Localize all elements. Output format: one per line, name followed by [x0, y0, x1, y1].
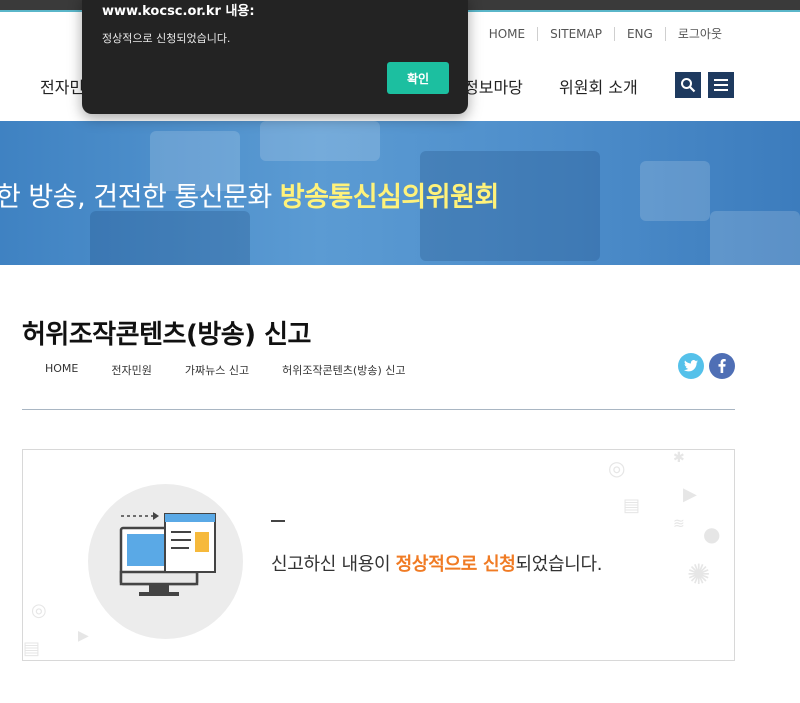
util-sitemap-link[interactable]: SITEMAP [537, 27, 614, 41]
result-message-pre: 신고하신 내용이 [271, 554, 396, 575]
facebook-share-button[interactable] [709, 353, 735, 379]
gnb-item-civil[interactable]: 전자민 [40, 74, 84, 98]
wifi-icon: ≋ [673, 516, 685, 532]
util-logout-link[interactable]: 로그아웃 [664, 27, 734, 41]
hamburger-icon [714, 79, 728, 91]
globe-icon: ◎ [31, 600, 47, 621]
alert-dialog: www.kocsc.or.kr 내용: 정상적으로 신청되었습니다. 확인 [82, 0, 468, 114]
breadcrumb: HOME 전자민원 가짜뉴스 신고 허위조작콘텐츠(방송) 신고 [45, 362, 438, 378]
search-button[interactable] [675, 72, 701, 98]
gear-icon: ✱ [673, 450, 685, 466]
window-icon: ▤ [623, 495, 641, 516]
hero-slogan: 한 방송, 건전한 통신문화 방송통신심의위원회 [0, 175, 499, 214]
page-title: 허위조작콘텐츠(방송) 신고 [22, 320, 311, 350]
user-icon: ● [703, 522, 721, 546]
dialog-title: www.kocsc.or.kr 내용: [102, 4, 255, 19]
play-icon: ▶ [683, 484, 697, 505]
util-home-link[interactable]: HOME [477, 27, 537, 41]
dialog-ok-button[interactable]: 확인 [387, 62, 449, 94]
twitter-icon [684, 360, 698, 372]
result-message-highlight: 정상적으로 신청 [395, 554, 516, 575]
dialog-message: 정상적으로 신청되었습니다. [102, 32, 231, 45]
util-eng-link[interactable]: ENG [613, 27, 665, 41]
result-message-post: 되었습니다. [515, 554, 603, 575]
breadcrumb-item[interactable]: 가짜뉴스 신고 [185, 362, 249, 378]
breadcrumb-item[interactable]: 전자민원 [111, 362, 151, 378]
hero-banner: 한 방송, 건전한 통신문화 방송통신심의위원회 [0, 121, 800, 265]
monitor-document-icon [119, 512, 216, 596]
window-icon: ▤ [23, 638, 41, 659]
gnb-item-info[interactable]: 정보마당 [464, 74, 523, 98]
utility-nav: HOME SITEMAP ENG 로그아웃 [477, 27, 734, 41]
title-divider [22, 409, 735, 410]
result-message: 신고하신 내용이 정상적으로 신청되었습니다. [271, 550, 603, 576]
hero-slogan-text: 한 방송, 건전한 통신문화 [0, 182, 272, 213]
result-dash [271, 520, 285, 522]
menu-button[interactable] [708, 72, 734, 98]
twitter-share-button[interactable] [678, 353, 704, 379]
globe-icon: ◎ [608, 456, 626, 480]
hero-key-shape [90, 211, 250, 265]
gnb-item-about[interactable]: 위원회 소개 [559, 74, 638, 98]
play-icon: ▶ [78, 628, 89, 644]
breadcrumb-item[interactable]: HOME [45, 362, 78, 378]
hero-slogan-accent: 방송통신심의위원회 [279, 182, 500, 213]
result-panel: ◎ ✱ ▤ ▶ ≋ ● ✺ ◎ ▶ ▤ 신고하신 내용이 정상적으로 신청되었습… [22, 449, 735, 661]
settings-icon: ✺ [687, 558, 711, 591]
hero-key-shape [710, 211, 800, 265]
search-icon [681, 78, 696, 93]
hero-key-shape [260, 121, 380, 161]
facebook-icon [718, 359, 726, 373]
hero-key-shape [640, 161, 710, 221]
breadcrumb-item: 허위조작콘텐츠(방송) 신고 [282, 364, 406, 377]
